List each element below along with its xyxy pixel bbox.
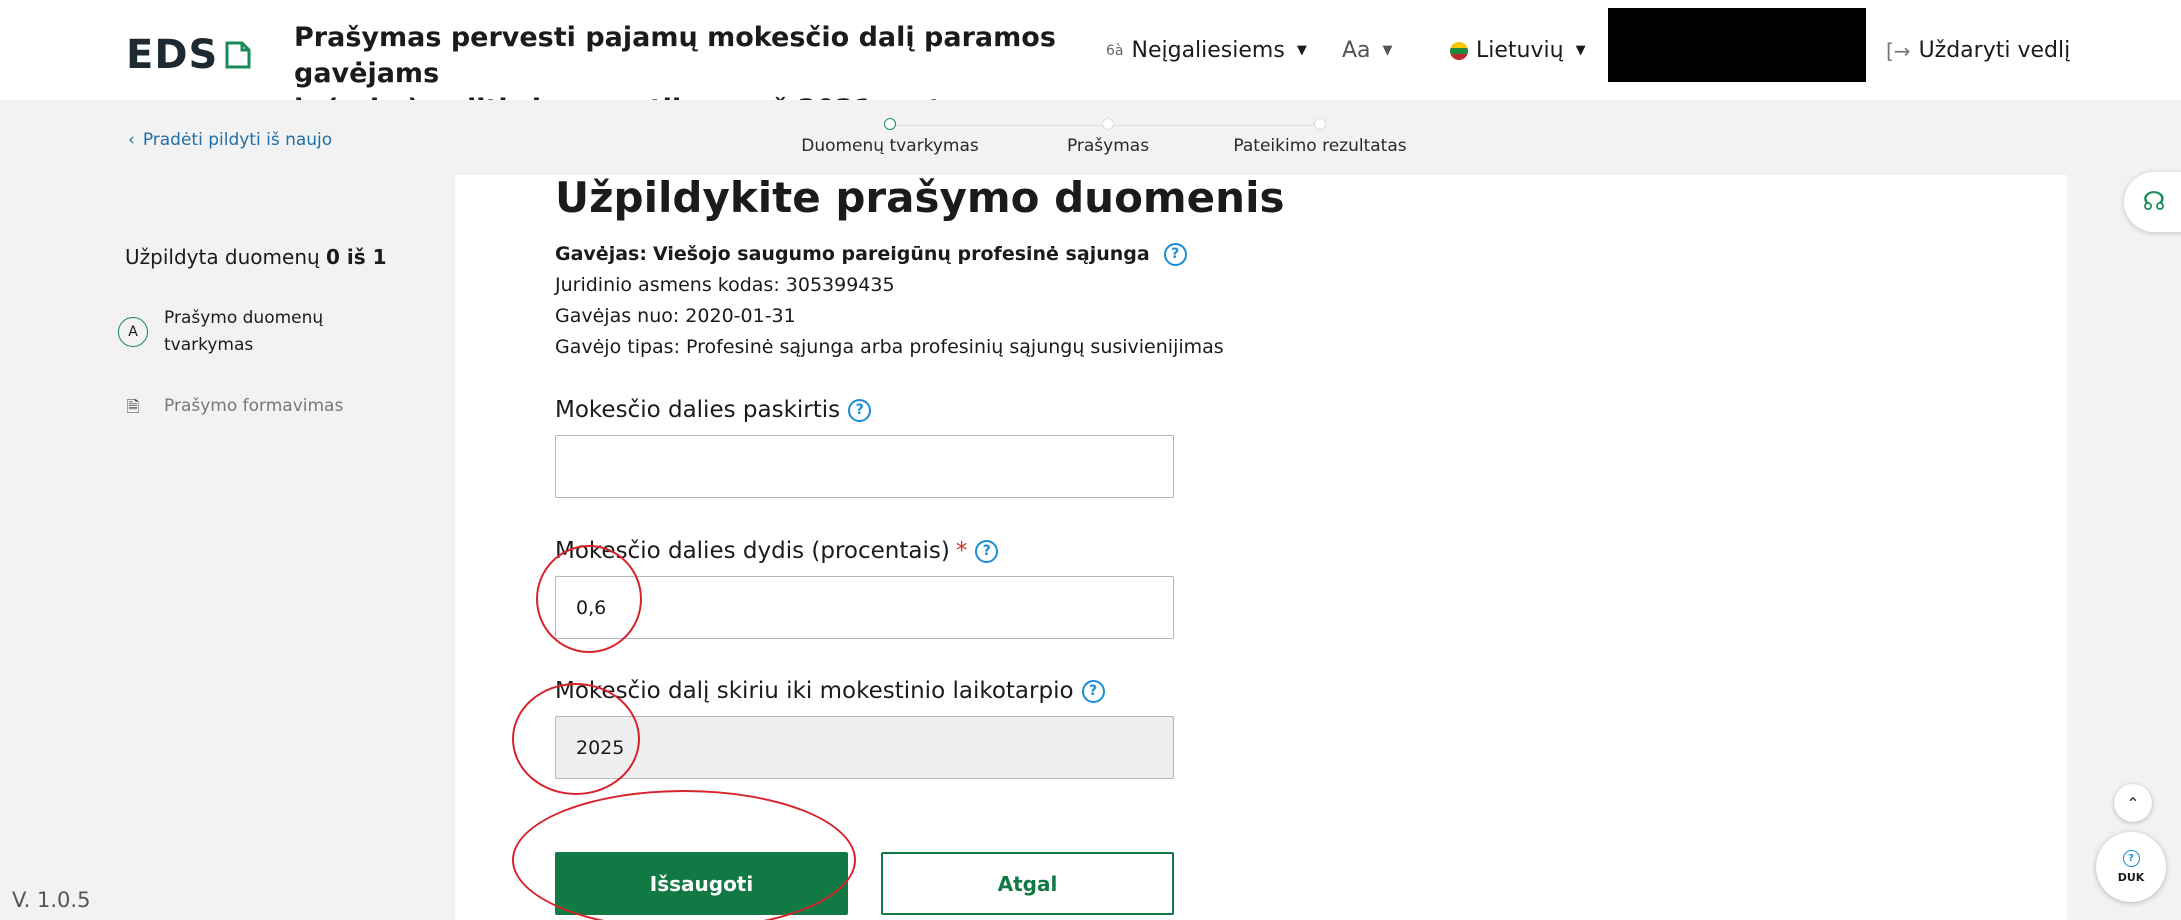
accessibility-label: Neįgaliesiems xyxy=(1131,38,1285,63)
recipient-since: Gavėjas nuo: 2020-01-31 xyxy=(555,305,796,327)
recipient-type: Gavėjo tipas: Profesinė sąjunga arba pro… xyxy=(555,336,1224,358)
recipient-info: Gavėjas: Viešojo saugumo pareigūnų profe… xyxy=(555,239,1224,363)
close-wizard-icon: [→ xyxy=(1886,38,1911,63)
document-icon: 🗎 xyxy=(126,397,140,416)
headset-icon[interactable]: ☊ xyxy=(2124,172,2181,232)
step-label: Duomenų tvarkymas xyxy=(801,136,979,156)
language-label: Lietuvių xyxy=(1476,38,1564,63)
field-label-text: Mokesčio dalies dydis (procentais) xyxy=(555,538,950,564)
chevron-left-icon: ‹ xyxy=(128,130,135,150)
sidebar-item-request-forming[interactable]: 🗎 Prašymo formavimas xyxy=(118,393,344,420)
sidebar-item-data-processing[interactable]: A Prašymo duomenų tvarkymas xyxy=(118,305,334,359)
font-size-menu[interactable]: Aa ▼ xyxy=(1342,38,1393,63)
recipient-label: Gavėjas: xyxy=(555,243,647,265)
wizard-subbar: ‹ Pradėti pildyti iš naujo Duomenų tvark… xyxy=(0,100,2181,175)
left-sidebar: Užpildyta duomenų 0 iš 1 A Prašymo duome… xyxy=(0,175,455,920)
recipient-name: Viešojo saugumo pareigūnų profesinė sąju… xyxy=(652,243,1150,265)
purpose-input[interactable] xyxy=(555,435,1174,498)
redacted-block xyxy=(1608,8,1866,82)
required-mark: * xyxy=(955,538,968,564)
step-result: Pateikimo rezultatas xyxy=(1210,116,1430,156)
restart-link[interactable]: ‹ Pradėti pildyti iš naujo xyxy=(128,130,332,150)
step-dot xyxy=(1314,118,1326,130)
period-input: 2025 xyxy=(555,716,1174,779)
caret-down-icon: ▼ xyxy=(1382,43,1393,58)
step-label: Pateikimo rezultatas xyxy=(1233,136,1407,156)
help-icon[interactable]: ? xyxy=(848,398,872,422)
restart-label: Pradėti pildyti iš naujo xyxy=(142,130,333,150)
percent-field-label: Mokesčio dalies dydis (procentais) * ? xyxy=(555,538,999,564)
help-icon[interactable]: ? xyxy=(975,539,999,563)
app-version: V. 1.0.5 xyxy=(12,888,91,912)
language-menu[interactable]: Lietuvių ▼ xyxy=(1450,38,1586,63)
field-label-text: Mokesčio dalies paskirtis xyxy=(555,397,841,423)
wizard-steps: Duomenų tvarkymas Prašymas Pateikimo rez… xyxy=(790,116,1420,166)
caret-down-icon: ▼ xyxy=(1296,43,1307,58)
sidebar-item-label: Prašymo formavimas xyxy=(164,396,344,416)
step-dot xyxy=(1102,118,1114,130)
back-button[interactable]: Atgal xyxy=(881,852,1174,915)
step-dot-active xyxy=(884,118,896,130)
period-field-label: Mokesčio dalį skiriu iki mokestinio laik… xyxy=(555,678,1105,704)
progress-value: 0 iš 1 xyxy=(326,245,387,269)
legal-code: Juridinio asmens kodas: 305399435 xyxy=(555,274,895,296)
fill-progress: Užpildyta duomenų 0 iš 1 xyxy=(125,245,387,269)
faq-label: DUK xyxy=(2117,871,2145,884)
faq-button[interactable]: ? DUK xyxy=(2096,832,2166,902)
step-label: Prašymas xyxy=(1066,136,1150,156)
caret-down-icon: ▼ xyxy=(1575,43,1586,58)
help-icon[interactable]: ? xyxy=(1081,679,1105,703)
save-button[interactable]: Išsaugoti xyxy=(555,852,848,915)
page-title: Užpildykite prašymo duomenis xyxy=(555,173,1285,222)
step-request: Prašymas xyxy=(1033,116,1183,156)
document-logo-icon xyxy=(225,41,251,69)
close-wizard-button[interactable]: [→ Uždaryti vedlį xyxy=(1886,38,2070,63)
accessibility-menu[interactable]: 6à Neįgaliesiems ▼ xyxy=(1106,38,1307,63)
purpose-field-label: Mokesčio dalies paskirtis ? xyxy=(555,397,872,423)
accessibility-icon: 6à xyxy=(1106,42,1124,59)
sidebar-item-label: Prašymo duomenų tvarkymas xyxy=(164,308,324,355)
step-data-processing: Duomenų tvarkymas xyxy=(790,116,990,156)
flag-lt-icon xyxy=(1450,41,1468,60)
main-content: Užpildykite prašymo duomenis Gavėjas: Vi… xyxy=(455,173,2067,920)
help-icon[interactable]: ? xyxy=(1163,243,1187,266)
eds-logo[interactable]: EDS xyxy=(126,32,252,78)
field-label-text: Mokesčio dalį skiriu iki mokestinio laik… xyxy=(555,678,1074,704)
progress-prefix: Užpildyta duomenų xyxy=(125,245,320,269)
recipient-line: Gavėjas: Viešojo saugumo pareigūnų profe… xyxy=(555,239,1224,270)
chevron-up-icon[interactable]: ⌃ xyxy=(2114,784,2152,822)
help-icon: ? xyxy=(2122,850,2140,867)
percent-input[interactable]: 0,6 xyxy=(555,576,1174,639)
title-line-1: Prašymas pervesti pajamų mokesčio dalį p… xyxy=(294,22,1056,89)
app-header: EDS Prašymas pervesti pajamų mokesčio da… xyxy=(0,0,2181,125)
step-badge: A xyxy=(118,317,148,347)
font-size-label: Aa xyxy=(1342,38,1371,63)
close-wizard-label: Uždaryti vedlį xyxy=(1918,38,2071,63)
logo-text: EDS xyxy=(126,32,219,78)
